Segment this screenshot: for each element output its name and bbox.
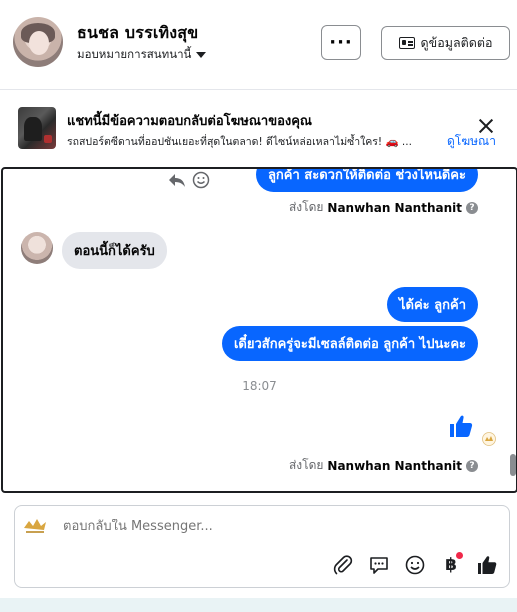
composer-toolbar: ฿ xyxy=(330,552,500,578)
avatar-face xyxy=(29,31,49,55)
view-contact-label: ดูข้อมูลติดต่อ xyxy=(420,35,493,50)
customer-name[interactable]: ธนชล บรรเทิงสุข xyxy=(77,21,198,46)
sent-by-label: ส่งโดย Nanwhan Nanthanit ? xyxy=(289,198,478,217)
send-like-icon[interactable] xyxy=(474,552,500,578)
ad-banner-description: รถสปอร์ตซีดานที่ออปชันเยอะที่สุดในตลาด! … xyxy=(67,136,412,148)
caret-down-icon xyxy=(196,52,207,58)
bottom-background-strip xyxy=(0,598,517,612)
message-timestamp: 18:07 xyxy=(242,379,277,393)
sender-name: Nanwhan Nanthanit xyxy=(327,200,462,215)
thread-scrollbar[interactable] xyxy=(510,454,516,476)
assign-label: มอบหมายการสนทนานี้ xyxy=(77,47,192,61)
notification-dot xyxy=(456,552,463,559)
more-options-button[interactable]: ··· xyxy=(321,25,361,60)
sent-by-label: ส่งโดย Nanwhan Nanthanit ? xyxy=(289,456,478,475)
emoji-smiley-icon[interactable] xyxy=(402,552,428,578)
sent-by-prefix: ส่งโดย xyxy=(288,200,324,214)
reply-icon[interactable] xyxy=(168,172,186,188)
ad-banner-title: แชทนี้มีข้อความตอบกลับต่อโฆษณาของคุณ xyxy=(67,114,312,129)
outgoing-message[interactable]: ลูกค้า สะดวกให้ติดต่อ ช่วงไหนดีคะ xyxy=(255,169,478,192)
react-smiley-icon[interactable] xyxy=(192,171,210,189)
attachment-paperclip-icon[interactable] xyxy=(330,552,356,578)
ad-thumbnail-image[interactable] xyxy=(18,107,56,149)
thumbs-up-message-icon[interactable] xyxy=(448,413,474,439)
view-contact-button[interactable]: ดูข้อมูลติดต่อ xyxy=(381,26,510,60)
incoming-message[interactable]: ตอนนี้ก็ได้ครับ xyxy=(62,232,167,269)
saved-replies-chat-icon[interactable] xyxy=(366,552,392,578)
customer-avatar[interactable] xyxy=(13,17,63,67)
sent-by-prefix: ส่งโดย xyxy=(288,458,324,472)
car-seat-shape xyxy=(24,117,42,141)
outgoing-message[interactable]: ได้ค่ะ ลูกค้า xyxy=(386,287,478,322)
seen-indicator-icon xyxy=(482,431,496,446)
help-icon[interactable]: ? xyxy=(466,201,478,214)
id-card-icon xyxy=(398,37,415,49)
help-icon[interactable]: ? xyxy=(466,459,478,472)
customer-avatar-small[interactable] xyxy=(21,232,53,264)
message-thread[interactable]: ลูกค้า สะดวกให้ติดต่อ ช่วงไหนดีคะ ส่งโดย… xyxy=(1,167,517,493)
outgoing-message[interactable]: เดี๋ยวสักครู่จะมีเซลล์ติดต่อ ลูกค้า ไปนะ… xyxy=(221,326,478,361)
red-accent-shape xyxy=(44,135,52,143)
baht-symbol: ฿ xyxy=(445,555,457,575)
view-ad-link[interactable]: ดูโฆษณา xyxy=(447,132,496,151)
page-logo-icon xyxy=(22,516,48,536)
message-actions xyxy=(168,171,210,189)
close-icon[interactable] xyxy=(478,118,494,134)
assign-conversation-dropdown[interactable]: มอบหมายการสนทนานี้ xyxy=(77,46,207,64)
sender-name: Nanwhan Nanthanit xyxy=(327,458,462,473)
payment-baht-icon[interactable]: ฿ xyxy=(438,552,464,578)
messenger-reply-input[interactable] xyxy=(63,519,363,534)
